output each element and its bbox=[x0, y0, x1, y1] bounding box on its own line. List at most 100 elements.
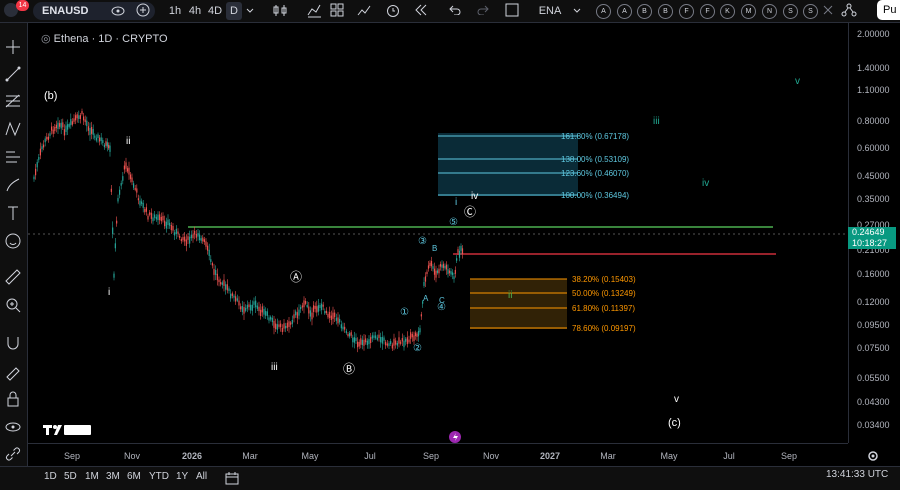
replay-icon[interactable] bbox=[414, 4, 428, 16]
wave-label-iv: iv bbox=[471, 191, 479, 202]
candle-body bbox=[322, 304, 324, 307]
candle-body bbox=[97, 134, 99, 138]
time-axis[interactable]: Sep Nov 2026 Mar May Jul Sep Nov 2027 Ma… bbox=[28, 443, 848, 467]
ticker-short[interactable]: ENA bbox=[537, 2, 563, 20]
candle-body bbox=[298, 309, 300, 316]
candle-body bbox=[368, 339, 370, 345]
zoom-icon[interactable] bbox=[3, 295, 23, 315]
wave-label-iii-teal: iii bbox=[653, 116, 660, 127]
candle-body bbox=[165, 221, 167, 229]
timeframe-4h[interactable]: 4h bbox=[187, 2, 203, 20]
candle-body bbox=[207, 245, 209, 251]
timeframe-1h[interactable]: 1h bbox=[167, 2, 183, 20]
close-icon[interactable] bbox=[822, 4, 834, 16]
templates-icon[interactable] bbox=[330, 3, 344, 17]
fib-extension-zone bbox=[438, 133, 578, 196]
price-tick: 0.60000 bbox=[857, 143, 890, 153]
candle-body bbox=[271, 317, 273, 323]
candle-body bbox=[305, 301, 307, 304]
letter-button-b2[interactable]: B bbox=[658, 4, 673, 19]
fib-retracement-icon[interactable] bbox=[3, 91, 23, 111]
ruler-icon[interactable] bbox=[3, 267, 23, 287]
settings-gear-icon[interactable] bbox=[866, 449, 880, 463]
utc-clock[interactable]: 13:41:33 UTC bbox=[826, 469, 888, 480]
candle-body bbox=[236, 298, 238, 301]
candle-body bbox=[47, 136, 49, 140]
candle-body bbox=[376, 337, 378, 340]
lock-icon[interactable] bbox=[3, 389, 23, 409]
candle-body bbox=[114, 243, 116, 249]
letter-button-a2[interactable]: A bbox=[617, 4, 632, 19]
candle-body bbox=[59, 123, 61, 127]
text-icon[interactable] bbox=[3, 203, 23, 223]
candle-body bbox=[62, 122, 64, 128]
chevron-down-icon[interactable] bbox=[573, 8, 581, 14]
candle-body bbox=[95, 137, 97, 141]
fullscreen-icon[interactable] bbox=[505, 3, 519, 17]
letter-button-s[interactable]: S bbox=[783, 4, 798, 19]
compare-icon[interactable] bbox=[357, 4, 371, 18]
brush-icon[interactable] bbox=[3, 175, 23, 195]
projection-icon[interactable] bbox=[3, 147, 23, 167]
range-ytd[interactable]: YTD bbox=[149, 471, 169, 482]
timeframe-4d[interactable]: 4D bbox=[207, 2, 223, 20]
range-1d[interactable]: 1D bbox=[44, 471, 57, 482]
pattern-icon[interactable] bbox=[3, 119, 23, 139]
range-3m[interactable]: 3M bbox=[106, 471, 120, 482]
emoji-icon[interactable] bbox=[3, 231, 23, 251]
hide-eye-icon[interactable] bbox=[3, 417, 23, 437]
indicators-icon[interactable] bbox=[306, 3, 322, 18]
candle-body bbox=[230, 293, 232, 299]
letter-button-n[interactable]: N bbox=[762, 4, 777, 19]
crosshair-icon[interactable] bbox=[3, 37, 23, 57]
eye-icon[interactable] bbox=[111, 5, 125, 17]
chevron-down-icon[interactable] bbox=[246, 8, 254, 14]
letter-button-m[interactable]: M bbox=[741, 4, 756, 19]
undo-icon[interactable] bbox=[449, 5, 461, 15]
candle-body bbox=[113, 273, 115, 278]
candle-body bbox=[150, 212, 152, 219]
top-toolbar: 14 ENAUSD 1h 4h 4D D ENA A A B B F F K M… bbox=[0, 0, 900, 23]
letter-button-f[interactable]: F bbox=[679, 4, 694, 19]
candle-body bbox=[380, 337, 382, 343]
candle-body bbox=[221, 282, 223, 285]
candle-body bbox=[270, 316, 272, 320]
range-1m[interactable]: 1M bbox=[85, 471, 99, 482]
time-tick: Mar bbox=[242, 451, 258, 461]
stay-drawing-icon[interactable] bbox=[3, 361, 23, 381]
trendline-icon[interactable] bbox=[3, 64, 23, 84]
candles-icon[interactable] bbox=[272, 3, 288, 18]
timeframe-d[interactable]: D bbox=[226, 2, 242, 20]
candle-body bbox=[395, 340, 397, 345]
range-all[interactable]: All bbox=[196, 471, 207, 482]
range-1y[interactable]: 1Y bbox=[176, 471, 188, 482]
candle-body bbox=[360, 338, 362, 345]
candle-body bbox=[190, 234, 192, 239]
letter-button-k[interactable]: K bbox=[720, 4, 735, 19]
candle-body bbox=[228, 288, 230, 292]
add-symbol-icon[interactable] bbox=[136, 3, 150, 17]
range-5d[interactable]: 5D bbox=[64, 471, 77, 482]
link-icon[interactable] bbox=[3, 444, 23, 464]
letter-button-s2[interactable]: S bbox=[803, 4, 818, 19]
candle-body bbox=[460, 245, 462, 251]
calendar-icon[interactable] bbox=[225, 471, 239, 485]
magnet-icon[interactable] bbox=[3, 333, 23, 353]
letter-button-f2[interactable]: F bbox=[700, 4, 715, 19]
letter-button-b[interactable]: B bbox=[637, 4, 652, 19]
wave-label-c-small: C bbox=[439, 296, 445, 305]
candle-body bbox=[358, 341, 360, 347]
wave-label-5: ⑤ bbox=[449, 217, 458, 228]
range-6m[interactable]: 6M bbox=[127, 471, 141, 482]
candle-body bbox=[103, 144, 105, 148]
redo-icon[interactable] bbox=[477, 5, 489, 15]
letter-button-a[interactable]: A bbox=[596, 4, 611, 19]
alert-icon[interactable] bbox=[385, 3, 401, 18]
candle-body bbox=[281, 327, 283, 333]
candle-body bbox=[235, 296, 237, 302]
price-chart[interactable] bbox=[28, 23, 848, 443]
publish-button[interactable]: Pu bbox=[877, 0, 900, 20]
lightning-event-icon[interactable] bbox=[448, 430, 462, 444]
network-icon[interactable] bbox=[840, 2, 858, 18]
current-price-label: 0.24649 10:18:27 bbox=[848, 227, 896, 249]
